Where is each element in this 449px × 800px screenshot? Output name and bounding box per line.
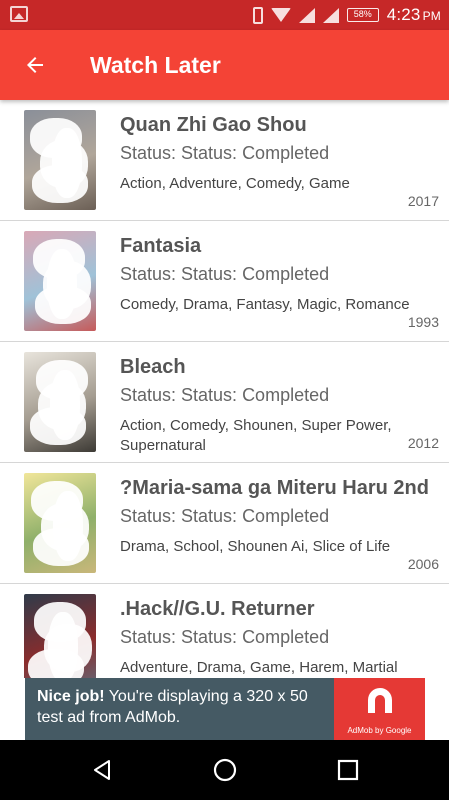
cover-thumbnail [24, 594, 96, 678]
item-year: 2006 [407, 556, 439, 572]
item-genres: Action, Adventure, Comedy, Game [120, 175, 350, 192]
system-nav-bar [0, 740, 449, 800]
cover-thumbnail [24, 352, 96, 452]
item-title: Quan Zhi Gao Shou [120, 114, 307, 136]
clock: 4:23 PM [387, 5, 441, 25]
cover-thumbnail [24, 231, 96, 331]
admob-caption: AdMob by Google [347, 726, 412, 735]
battery-icon: 58% [346, 8, 379, 22]
ad-banner[interactable]: Nice job! You're displaying a 320 x 50 t… [25, 678, 425, 740]
nav-recents-icon [337, 759, 358, 781]
page-title: Watch Later [90, 51, 221, 78]
thumbnail-scribble [50, 370, 80, 440]
signal-icon [322, 7, 339, 23]
thumbnail-scribble [53, 491, 83, 561]
admob-icon [368, 688, 392, 713]
wifi-icon [270, 8, 291, 22]
signal-icon [298, 7, 315, 23]
clock-time: 4:23 [386, 5, 421, 24]
thumbnail-scribble [52, 128, 82, 198]
admob-logo: AdMob by Google [334, 678, 425, 740]
list-item[interactable]: .Hack//G.U. Returner Status: Status: Com… [0, 584, 449, 678]
back-button[interactable] [0, 30, 70, 100]
item-genres: Adventure, Drama, Game, Harem, Martial [120, 659, 398, 676]
app-bar: Watch Later [0, 30, 449, 100]
item-status: Status: Status: Completed [120, 506, 330, 526]
item-year: 1993 [407, 314, 439, 330]
ad-headline: Nice job! [37, 688, 105, 705]
nav-recents-button[interactable] [328, 750, 368, 790]
nav-back-icon [93, 760, 110, 780]
item-status: Status: Status: Completed [120, 385, 330, 405]
ad-text: Nice job! You're displaying a 320 x 50 t… [25, 678, 334, 740]
list-item[interactable]: ?Maria-sama ga Miteru Haru 2nd Status: S… [0, 463, 449, 584]
item-title: ?Maria-sama ga Miteru Haru 2nd [120, 477, 429, 499]
cover-thumbnail [24, 473, 96, 573]
image-icon [10, 6, 28, 22]
watch-later-list[interactable]: Quan Zhi Gao Shou Status: Status: Comple… [0, 100, 449, 678]
item-genres: Comedy, Drama, Fantasy, Magic, Romance [120, 296, 410, 313]
item-genres: Drama, School, Shounen Ai, Slice of Life [120, 538, 391, 555]
clock-ampm: PM [422, 9, 441, 23]
item-status: Status: Status: Completed [120, 143, 330, 163]
status-bar: 58% 4:23 PM [0, 0, 449, 30]
item-year: 2012 [407, 435, 439, 451]
item-title: Bleach [120, 356, 186, 378]
item-status: Status: Status: Completed [120, 627, 330, 647]
thumbnail-scribble [47, 249, 77, 319]
status-icons: 58% 4:23 PM [252, 0, 441, 30]
nav-back-button[interactable] [82, 750, 122, 790]
list-item[interactable]: Quan Zhi Gao Shou Status: Status: Comple… [0, 100, 449, 221]
cover-thumbnail [24, 110, 96, 210]
thumbnail-scribble [48, 612, 78, 678]
nav-home-icon [213, 758, 236, 782]
nav-home-button[interactable] [205, 750, 245, 790]
item-genres: Action, Comedy, Shounen, Super Power, Su… [120, 417, 392, 454]
arrow-back-icon [27, 57, 43, 73]
phone-icon [252, 6, 263, 24]
list-item[interactable]: Fantasia Status: Status: Completed Comed… [0, 221, 449, 342]
item-title: Fantasia [120, 235, 202, 257]
item-status: Status: Status: Completed [120, 264, 330, 284]
list-item[interactable]: Bleach Status: Status: Completed Action,… [0, 342, 449, 463]
item-year: 2017 [407, 193, 439, 209]
item-title: .Hack//G.U. Returner [120, 598, 315, 620]
